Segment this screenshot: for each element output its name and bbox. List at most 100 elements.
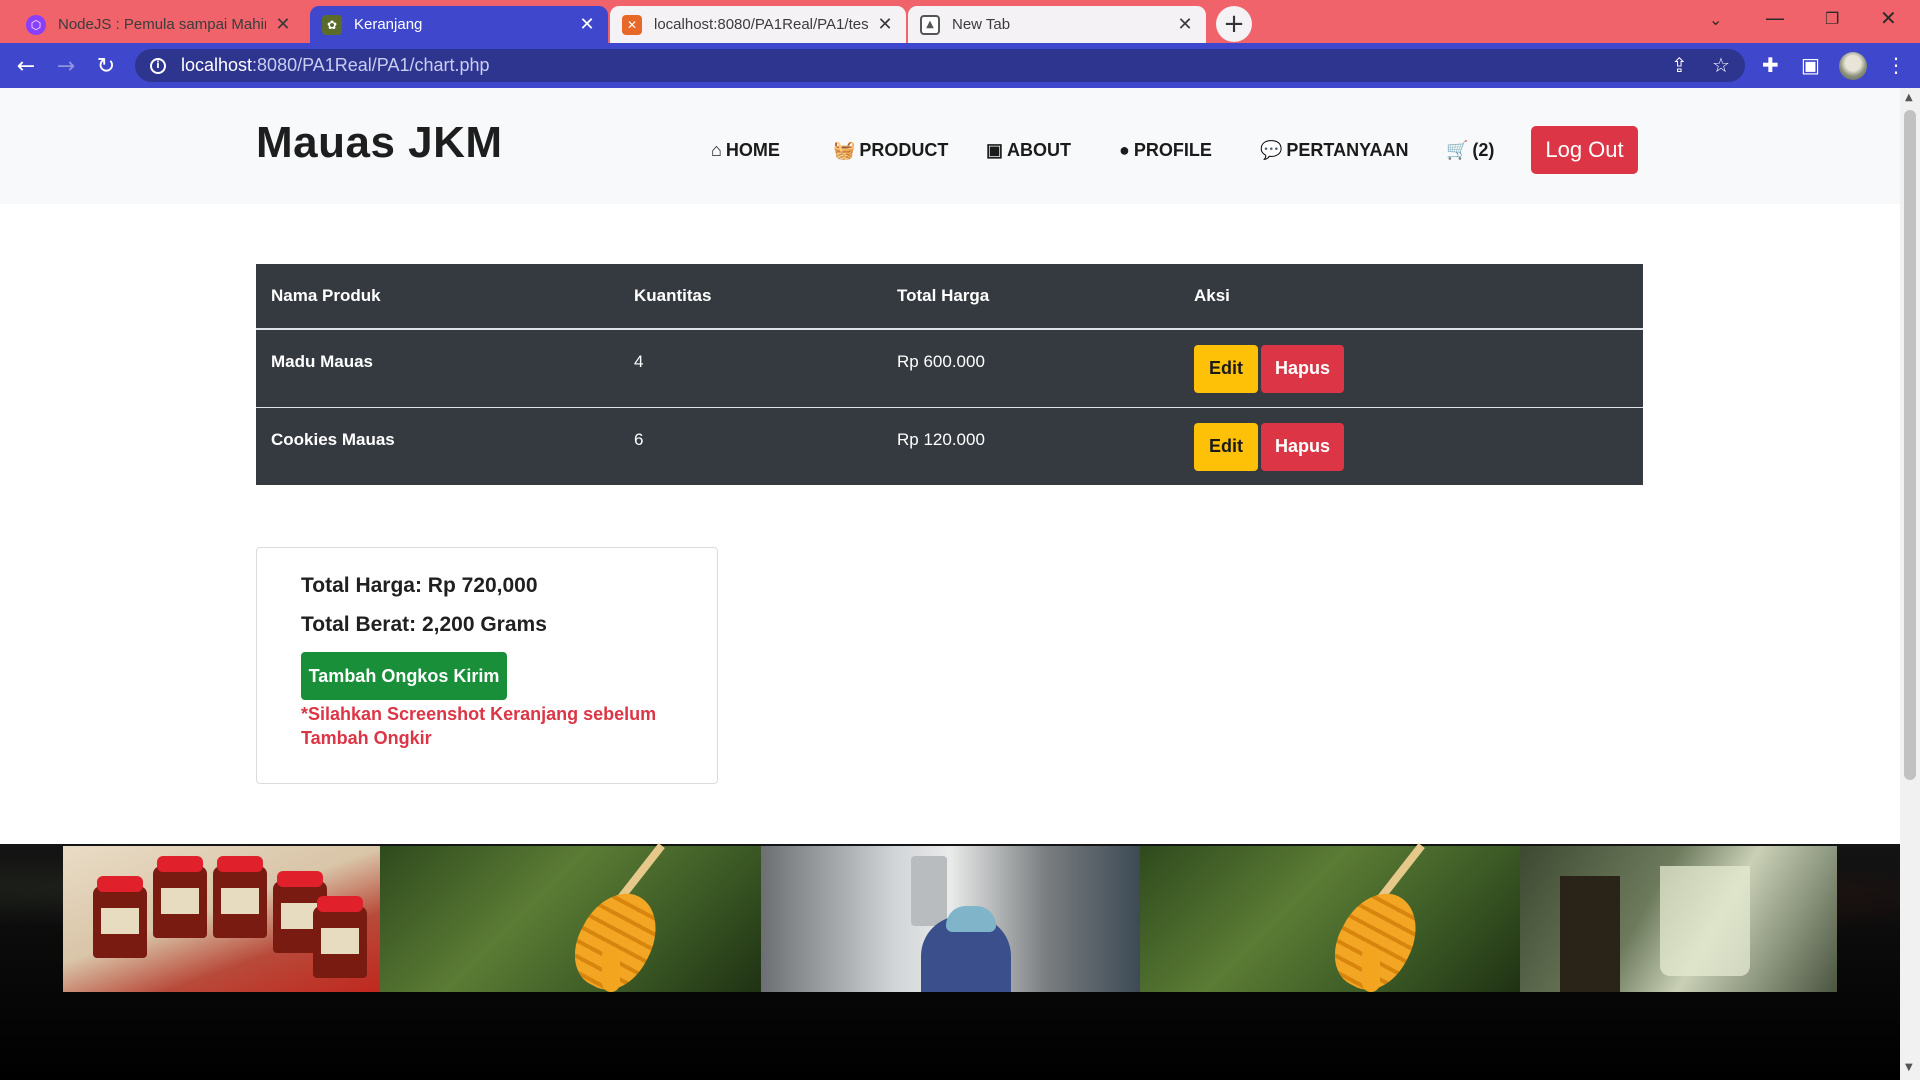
scroll-down-icon[interactable]: ▼ [1905,1062,1913,1073]
restore-icon[interactable]: ❐ [1825,9,1839,28]
nav-profile[interactable]: ● PROFILE [1119,140,1212,161]
share-icon[interactable]: ⇪ [1671,53,1688,77]
total-price: Total Harga: Rp 720,000 [301,574,538,597]
site-favicon-icon: ✿ [322,14,342,35]
header-aksi: Aksi [1194,286,1230,305]
honey-jar [313,896,367,978]
cart-summary-card: Total Harga: Rp 720,000 Total Berat: 2,2… [256,547,718,784]
row-actions: Edit Hapus [1179,408,1344,485]
profile-avatar[interactable] [1839,52,1867,80]
cart-count: (2) [1472,140,1495,160]
tab-title: Keranjang [354,16,423,33]
nav-pertanyaan[interactable]: 💬 PERTANYAAN [1260,140,1408,161]
product-name: Cookies Mauas [271,430,395,449]
product-total-price: Rp 120.000 [897,430,985,449]
cart-table: Nama Produk Kuantitas Total Harga Aksi M… [256,264,1643,485]
address-bar[interactable]: i localhost:8080/PA1Real/PA1/chart.php [135,49,1745,82]
honey-drink-photo [1520,846,1837,992]
tab-search-chevron-icon[interactable]: ⌄ [1709,10,1722,29]
tab-title: localhost:8080/PA1Real/PA1/tesc [654,16,868,33]
total-weight: Total Berat: 2,200 Grams [301,613,547,636]
honey-drip [1362,946,1380,992]
tab-title: NodeJS : Pemula sampai Mahir | [58,16,266,33]
brand-logo[interactable]: Mauas JKM [256,118,503,168]
forward-icon[interactable]: → [52,52,80,80]
nav-label: PRODUCT [859,140,949,160]
browser-tab-strip: ⬡ NodeJS : Pemula sampai Mahir | ✕ ✿ Ker… [0,0,1920,43]
menu-kebab-icon[interactable]: ⋮ [1886,53,1906,77]
table-row: Madu Mauas 4 Rp 600.000 Edit Hapus [256,329,1643,407]
url-path: :8080/PA1Real/PA1/chart.php [252,55,490,75]
hair-net [946,906,996,932]
tab-new-tab[interactable]: ▲ New Tab ✕ [908,6,1206,43]
edit-button[interactable]: Edit [1194,422,1258,471]
nav-label: PERTANYAAN [1286,140,1409,160]
tab-localhost[interactable]: ✕ localhost:8080/PA1Real/PA1/tesc ✕ [610,6,906,43]
product-quantity: 4 [634,352,644,371]
tab-nodejs[interactable]: ⬡ NodeJS : Pemula sampai Mahir | ✕ [14,6,304,43]
nav-about[interactable]: ▣ ABOUT [986,140,1071,161]
product-total-price: Rp 600.000 [897,352,985,371]
honey-jar [93,876,147,958]
xampp-favicon-icon: ✕ [622,14,642,35]
scroll-up-icon[interactable]: ▲ [1905,92,1913,103]
contact-card-icon: ▣ [986,140,1004,160]
header-kuantitas: Kuantitas [634,286,712,305]
nav-label: PROFILE [1133,140,1212,160]
tab-keranjang[interactable]: ✿ Keranjang ✕ [310,6,608,43]
person-icon: ● [1119,140,1130,160]
extensions-icon[interactable]: ✚ [1762,53,1779,77]
minimize-icon[interactable]: — [1765,6,1785,30]
back-icon[interactable]: ← [12,52,40,80]
bookmark-star-icon[interactable]: ☆ [1712,53,1730,77]
page-scrollbar[interactable]: ▲ ▼ [1900,88,1920,1080]
new-tab-favicon-icon: ▲ [920,14,940,35]
honey-dipper-photo [380,843,761,1003]
side-panel-icon[interactable]: ▣ [1801,53,1820,77]
site-navbar: Mauas JKM ⌂ HOME 🧺 PRODUCT ▣ ABOUT ● PRO… [0,88,1900,204]
table-header-row: Nama Produk Kuantitas Total Harga Aksi [256,264,1643,329]
header-nama-produk: Nama Produk [271,286,381,305]
filling-machine [911,856,947,926]
basket-icon: 🧺 [833,140,856,160]
honey-bottle [1560,876,1620,992]
site-info-icon[interactable]: i [150,57,166,74]
honey-production-photo [761,846,1140,992]
honey-jars-photo [63,846,380,992]
edit-button[interactable]: Edit [1194,344,1258,393]
screenshot-note: *Silahkan Screenshot Keranjang sebelum T… [301,704,657,748]
row-actions: Edit Hapus [1179,330,1344,407]
home-icon: ⌂ [711,140,722,160]
drink-glass [1660,866,1750,976]
new-tab-button[interactable]: + [1216,6,1252,42]
close-window-icon[interactable]: ✕ [1880,6,1897,30]
scrollbar-thumb[interactable] [1904,110,1916,780]
nav-home[interactable]: ⌂ HOME [711,140,780,161]
header-total-harga: Total Harga [897,286,990,305]
delete-button[interactable]: Hapus [1261,422,1344,471]
tab-title: New Tab [952,16,1011,33]
product-quantity: 6 [634,430,644,449]
table-row: Cookies Mauas 6 Rp 120.000 Edit Hapus [256,407,1643,485]
product-name: Madu Mauas [271,352,374,371]
close-tab-icon[interactable]: ✕ [876,14,894,35]
logout-button[interactable]: Log Out [1531,126,1638,174]
nav-product[interactable]: 🧺 PRODUCT [833,140,948,161]
honey-jar [153,856,207,938]
close-tab-icon[interactable]: ✕ [1176,14,1194,35]
url-host: localhost [181,55,253,75]
nav-cart[interactable]: 🛒 (2) [1446,140,1494,161]
chat-bubble-icon: 💬 [1260,140,1283,160]
honey-drip [602,946,620,992]
url-text: localhost:8080/PA1Real/PA1/chart.php [181,55,490,76]
reload-icon[interactable]: ↻ [92,52,120,80]
honey-dipper-photo [1140,843,1520,1003]
honey-jar [213,856,267,938]
add-shipping-button[interactable]: Tambah Ongkos Kirim [301,652,507,700]
nav-label: ABOUT [1007,140,1072,160]
close-tab-icon[interactable]: ✕ [578,14,596,35]
delete-button[interactable]: Hapus [1261,344,1344,393]
course-favicon-icon: ⬡ [26,14,46,35]
close-tab-icon[interactable]: ✕ [274,14,292,35]
nav-label: HOME [725,140,780,160]
